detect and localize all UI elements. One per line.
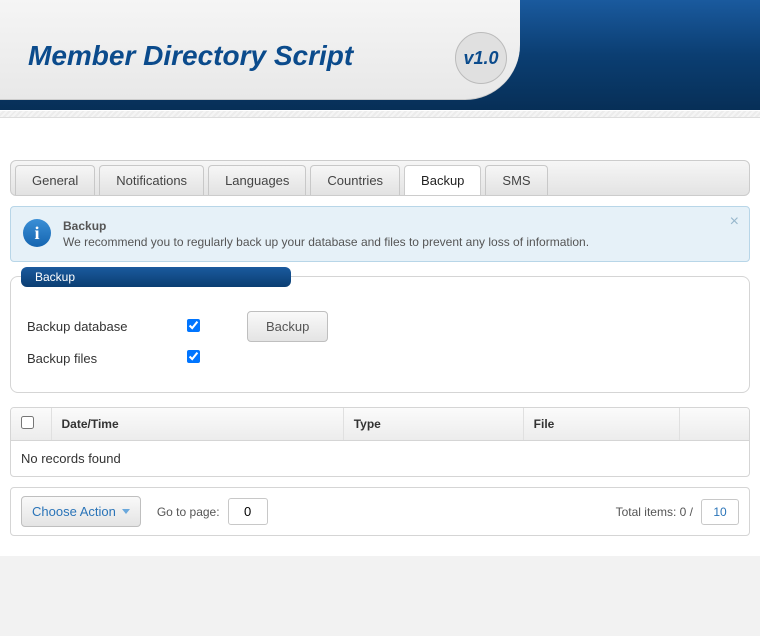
- table-empty-message: No records found: [11, 441, 749, 477]
- backup-files-checkbox[interactable]: [187, 350, 200, 363]
- table-header-select: [11, 408, 51, 441]
- notice-body: We recommend you to regularly back up yo…: [63, 235, 589, 249]
- backup-database-checkbox[interactable]: [187, 319, 200, 332]
- tab-notifications[interactable]: Notifications: [99, 165, 204, 195]
- total-items-label: Total items: 0 /: [616, 505, 693, 519]
- backup-button[interactable]: Backup: [247, 311, 328, 342]
- backup-database-label: Backup database: [27, 319, 187, 334]
- tab-backup[interactable]: Backup: [404, 165, 481, 195]
- table-header-file[interactable]: File: [523, 408, 679, 441]
- table-header-type[interactable]: Type: [343, 408, 523, 441]
- backup-table: Date/Time Type File No records found: [10, 407, 750, 477]
- panel-legend: Backup: [21, 267, 291, 287]
- table-header-datetime[interactable]: Date/Time: [51, 408, 343, 441]
- table-footer: Choose Action Go to page: Total items: 0…: [10, 487, 750, 536]
- tab-general[interactable]: General: [15, 165, 95, 195]
- select-all-checkbox[interactable]: [21, 416, 34, 429]
- app-title: Member Directory Script: [28, 40, 353, 72]
- app-version-badge: v1.0: [455, 32, 507, 84]
- page-footer-bg: [0, 556, 760, 636]
- info-notice: i Backup We recommend you to regularly b…: [10, 206, 750, 262]
- close-icon[interactable]: ×: [730, 213, 739, 231]
- header-divider: [0, 110, 760, 118]
- backup-files-label: Backup files: [27, 351, 187, 366]
- goto-page-input[interactable]: [228, 498, 268, 525]
- info-icon: i: [23, 219, 51, 247]
- tab-countries[interactable]: Countries: [310, 165, 400, 195]
- notice-title: Backup: [63, 219, 589, 233]
- tab-sms[interactable]: SMS: [485, 165, 547, 195]
- settings-tabs: General Notifications Languages Countrie…: [10, 160, 750, 196]
- choose-action-button[interactable]: Choose Action: [21, 496, 141, 527]
- choose-action-label: Choose Action: [32, 504, 116, 519]
- table-header-actions: [679, 408, 749, 441]
- page-size-selector[interactable]: 10: [701, 499, 739, 525]
- goto-page-label: Go to page:: [157, 505, 220, 519]
- app-header: Member Directory Script v1.0: [0, 0, 760, 110]
- tab-languages[interactable]: Languages: [208, 165, 306, 195]
- backup-panel: Backup Backup database Backup Backup fil…: [10, 276, 750, 393]
